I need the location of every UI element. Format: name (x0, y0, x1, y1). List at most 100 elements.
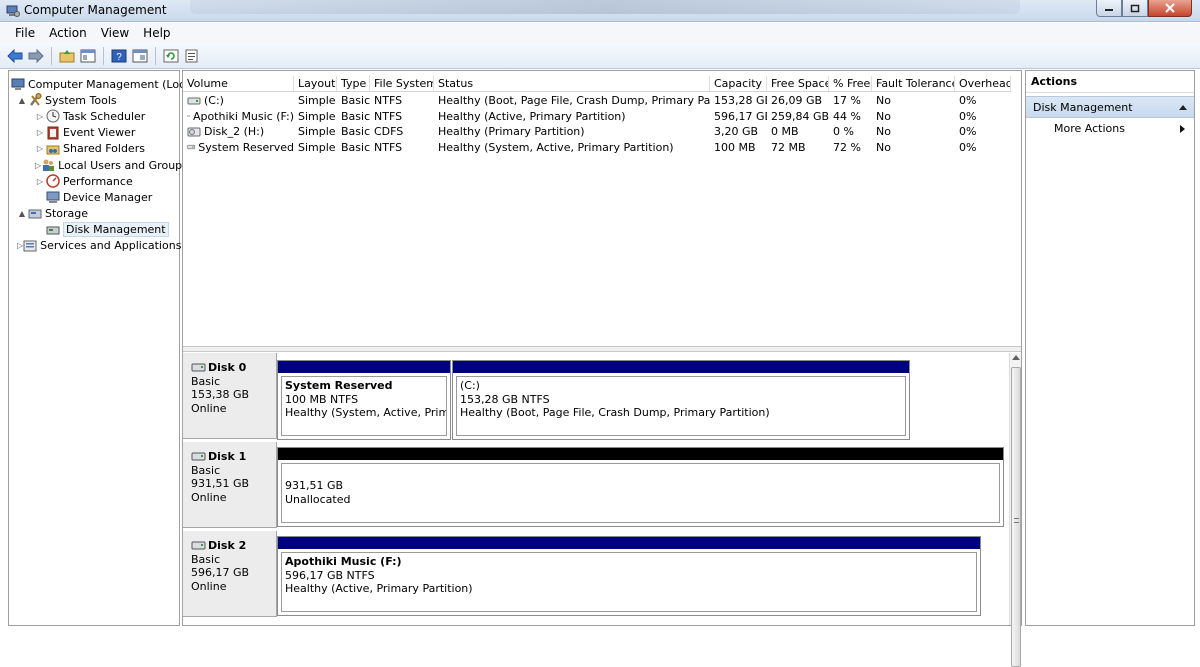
column-header-layout[interactable]: Layout (294, 76, 337, 91)
actions-section-disk-management[interactable]: Disk Management (1026, 96, 1194, 118)
volume-free-space: 259,84 GB (767, 109, 829, 125)
graphical-view-scrollbar[interactable] (1009, 353, 1021, 625)
more-actions-item[interactable]: More Actions (1026, 118, 1194, 140)
partition-bar (453, 361, 909, 373)
collapse-arrow-icon[interactable]: ▲ (17, 96, 27, 105)
collapse-arrow-icon[interactable]: ▲ (17, 209, 27, 218)
partition-status: Healthy (Boot, Page File, Crash Dump, Pr… (460, 406, 905, 420)
maximize-button[interactable] (1122, 0, 1148, 17)
menu-help[interactable]: Help (136, 26, 177, 40)
disk-label[interactable]: Disk 0 Basic 153,38 GB Online (183, 353, 277, 439)
device-manager-icon (45, 190, 60, 204)
column-header-file-system[interactable]: File System (370, 76, 434, 91)
tree-item-storage[interactable]: ▲ Storage (9, 206, 179, 222)
volume-free-space: 0 MB (767, 124, 829, 140)
volume-file-system: CDFS (370, 124, 434, 140)
toolbar-separator (51, 47, 52, 65)
properties-button[interactable] (131, 47, 149, 65)
table-row[interactable]: (C:) Simple Basic NTFS Healthy (Boot, Pa… (183, 93, 1011, 109)
tree-item-event-viewer[interactable]: ▷ Event Viewer (9, 125, 179, 141)
column-header-percent-free[interactable]: % Free (829, 76, 872, 91)
column-header-status[interactable]: Status (434, 76, 710, 91)
close-button[interactable] (1148, 0, 1192, 17)
tree-label: Task Scheduler (63, 110, 145, 123)
tree-item-computer-management[interactable]: Computer Management (Local (9, 76, 179, 92)
volume-percent-free: 44 % (829, 109, 872, 125)
volume-name: (C:) (204, 93, 224, 109)
scroll-up-arrow-icon[interactable] (1012, 355, 1020, 360)
volume-drive-icon (187, 111, 190, 121)
partition-system-reserved[interactable]: System Reserved 100 MB NTFS Healthy (Sys… (277, 360, 451, 440)
back-button[interactable] (6, 47, 24, 65)
column-header-fault-tolerance[interactable]: Fault Tolerance (872, 76, 955, 91)
table-row[interactable]: System Reserved Simple Basic NTFS Health… (183, 140, 1011, 156)
tree-item-disk-management[interactable]: Disk Management (9, 222, 179, 238)
partition-status: Healthy (System, Active, Primary P (285, 406, 446, 420)
tree-item-performance[interactable]: ▷ Performance (9, 173, 179, 189)
tree-item-shared-folders[interactable]: ▷ Shared Folders (9, 141, 179, 157)
partition-unallocated[interactable]: 931,51 GB Unallocated (277, 447, 1004, 527)
show-hide-tree-icon (80, 49, 96, 63)
menu-view[interactable]: View (94, 26, 136, 40)
volume-overhead: 0% (955, 109, 1011, 125)
volume-list: (C:) Simple Basic NTFS Healthy (Boot, Pa… (183, 93, 1011, 155)
expand-arrow-icon[interactable]: ▷ (35, 144, 45, 153)
volume-overhead: 0% (955, 93, 1011, 109)
export-icon (184, 49, 200, 63)
disk-label[interactable]: Disk 2 Basic 596,17 GB Online (183, 531, 277, 617)
toolbar-separator (103, 47, 104, 65)
performance-icon (45, 174, 60, 188)
column-header-volume[interactable]: Volume (183, 76, 294, 91)
disk-name: Disk 1 (208, 450, 246, 464)
toolbar-separator (155, 47, 156, 65)
partition-title: (C:) (460, 379, 905, 393)
show-hide-tree-button[interactable] (79, 47, 97, 65)
volume-type: Basic (337, 124, 370, 140)
partition-bar (278, 537, 980, 549)
forward-arrow-icon (28, 49, 44, 63)
volume-percent-free: 72 % (829, 140, 872, 156)
tree-label: Local Users and Groups (58, 159, 188, 172)
column-header-free-space[interactable]: Free Space (767, 76, 829, 91)
refresh-button[interactable] (162, 47, 180, 65)
tree-item-device-manager[interactable]: Device Manager (9, 189, 179, 205)
pane-splitter[interactable] (183, 346, 1021, 352)
tools-icon (27, 93, 42, 107)
export-list-button[interactable] (183, 47, 201, 65)
expand-arrow-icon[interactable]: ▷ (35, 112, 45, 121)
volume-drive-icon (187, 96, 201, 106)
partition-status: Healthy (Active, Primary Partition) (285, 582, 976, 596)
disk-status: Online (191, 402, 276, 416)
tree-item-system-tools[interactable]: ▲ System Tools (9, 92, 179, 108)
forward-button[interactable] (27, 47, 45, 65)
expand-arrow-icon[interactable]: ▷ (35, 177, 45, 186)
volume-fault-tolerance: No (872, 109, 955, 125)
menu-file[interactable]: File (8, 26, 42, 40)
scrollbar-thumb[interactable] (1011, 367, 1021, 667)
table-row[interactable]: Disk_2 (H:) Simple Basic CDFS Healthy (P… (183, 124, 1011, 140)
tree-label: Performance (63, 175, 133, 188)
expand-arrow-icon[interactable]: ▷ (35, 128, 45, 137)
partition-apothiki-music[interactable]: Apothiki Music (F:) 596,17 GB NTFS Healt… (277, 536, 981, 616)
help-button[interactable]: ? (110, 47, 128, 65)
minimize-button[interactable] (1096, 0, 1122, 17)
hard-disk-icon (191, 541, 206, 550)
collapse-caret-icon[interactable] (1179, 105, 1187, 110)
volume-layout: Simple (294, 93, 337, 109)
disk-label[interactable]: Disk 1 Basic 931,51 GB Online (183, 442, 277, 528)
tree-item-services-applications[interactable]: ▷ Services and Applications (9, 238, 179, 254)
partition-bar (278, 361, 450, 373)
column-header-type[interactable]: Type (337, 76, 370, 91)
column-header-overhead[interactable]: Overhead (955, 76, 1011, 91)
partition-c-drive[interactable]: (C:) 153,28 GB NTFS Healthy (Boot, Page … (452, 360, 910, 440)
volume-percent-free: 17 % (829, 93, 872, 109)
up-one-level-button[interactable] (58, 47, 76, 65)
tree-item-local-users-groups[interactable]: ▷ Local Users and Groups (9, 157, 179, 173)
volume-list-header: Volume Layout Type File System Status Ca… (183, 76, 1011, 92)
background-window-blur (190, 0, 1020, 14)
partition-bar (278, 448, 1003, 460)
menu-action[interactable]: Action (42, 26, 94, 40)
table-row[interactable]: Apothiki Music (F:) Simple Basic NTFS He… (183, 109, 1011, 125)
tree-item-task-scheduler[interactable]: ▷ Task Scheduler (9, 108, 179, 124)
column-header-capacity[interactable]: Capacity (710, 76, 767, 91)
